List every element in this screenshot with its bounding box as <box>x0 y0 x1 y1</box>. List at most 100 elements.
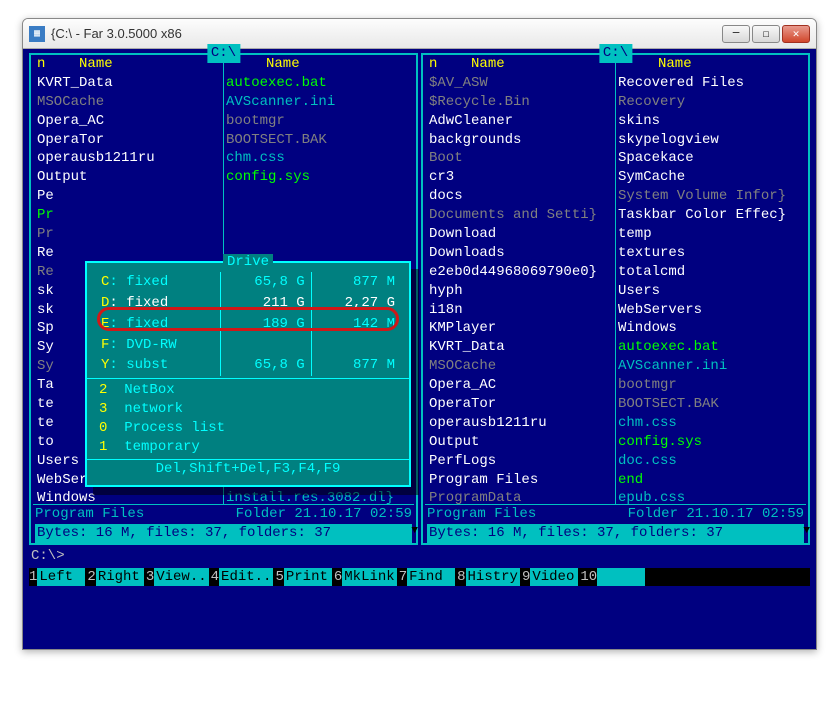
list-item[interactable]: KVRT_Data <box>37 74 221 93</box>
list-item[interactable]: AdwCleaner <box>429 112 613 131</box>
drive-row[interactable]: Y: subst65,8 G877 M <box>95 355 401 376</box>
list-item[interactable]: System Volume Infor} <box>618 187 802 206</box>
list-item[interactable]: operausb1211ru <box>37 149 221 168</box>
drive-row[interactable]: D: fixed211 G2,27 G <box>95 293 401 314</box>
list-item[interactable]: WebServers <box>618 301 802 320</box>
drive-row[interactable]: F: DVD-RW <box>95 335 401 356</box>
keybar-label[interactable]: Left <box>37 568 85 587</box>
list-item[interactable]: hyph <box>429 282 613 301</box>
list-item[interactable] <box>226 187 410 206</box>
list-item[interactable]: chm.css <box>226 149 410 168</box>
keybar: 1Left 2Right 3View..4Edit..5Print 6MkLin… <box>29 568 810 587</box>
list-item[interactable]: config.sys <box>226 168 410 187</box>
minimize-button[interactable]: ─ <box>722 25 750 43</box>
list-item[interactable]: Recovered Files <box>618 74 802 93</box>
list-item[interactable]: BOOTSECT.BAK <box>226 131 410 150</box>
right-panel[interactable]: C:\ n Name Name $AV_ASW$Recycle.BinAdwCl… <box>421 53 810 545</box>
keybar-num: 4 <box>211 568 219 587</box>
list-item[interactable]: backgrounds <box>429 131 613 150</box>
list-item[interactable] <box>226 206 410 225</box>
list-item[interactable]: e2eb0d44968069790e0} <box>429 263 613 282</box>
list-item[interactable]: Opera_AC <box>37 112 221 131</box>
keybar-label[interactable]: View.. <box>154 568 208 587</box>
list-item[interactable]: operausb1211ru <box>429 414 613 433</box>
list-item[interactable] <box>226 225 410 244</box>
close-button[interactable]: ✕ <box>782 25 810 43</box>
list-item[interactable]: KVRT_Data <box>429 338 613 357</box>
command-prompt[interactable]: C:\> <box>29 545 810 568</box>
list-item[interactable]: MSOCache <box>37 93 221 112</box>
list-item[interactable]: Boot <box>429 149 613 168</box>
list-item[interactable]: AVScanner.ini <box>618 357 802 376</box>
drive-row[interactable]: E: fixed189 G142 M <box>95 314 401 335</box>
list-item[interactable]: autoexec.bat <box>226 74 410 93</box>
list-item[interactable]: config.sys <box>618 433 802 452</box>
list-item[interactable]: KMPlayer <box>429 319 613 338</box>
list-item[interactable]: ProgramData <box>429 489 613 503</box>
list-item[interactable]: OperaTor <box>429 395 613 414</box>
list-item[interactable]: Output <box>37 168 221 187</box>
list-item[interactable]: Pr <box>37 225 221 244</box>
list-item[interactable]: Taskbar Color Effec} <box>618 206 802 225</box>
list-item[interactable]: AVScanner.ini <box>226 93 410 112</box>
list-item[interactable]: skypelogview <box>618 131 802 150</box>
list-item[interactable]: Users <box>618 282 802 301</box>
list-item[interactable]: temp <box>618 225 802 244</box>
list-item[interactable]: end <box>618 471 802 490</box>
list-item[interactable]: Spacekace <box>618 149 802 168</box>
list-item[interactable]: Windows <box>37 489 221 503</box>
list-item[interactable]: Downloads <box>429 244 613 263</box>
list-item[interactable]: Download <box>429 225 613 244</box>
list-item[interactable]: skins <box>618 112 802 131</box>
list-item[interactable]: docs <box>429 187 613 206</box>
keybar-label[interactable]: Edit.. <box>219 568 273 587</box>
list-item[interactable]: Windows <box>618 319 802 338</box>
list-item[interactable]: textures <box>618 244 802 263</box>
list-item[interactable]: epub.css <box>618 489 802 503</box>
keybar-label[interactable]: Video <box>530 568 578 587</box>
keybar-label[interactable]: Find <box>407 568 455 587</box>
list-item[interactable]: doc.css <box>618 452 802 471</box>
keybar-label[interactable]: Print <box>284 568 332 587</box>
list-item[interactable]: Pr <box>37 206 221 225</box>
drive-plugin-item[interactable]: 0 Process list <box>99 419 397 438</box>
list-item[interactable]: OperaTor <box>37 131 221 150</box>
titlebar[interactable]: {C:\ - Far 3.0.5000 x86 ─ ☐ ✕ <box>23 19 816 49</box>
application-window: {C:\ - Far 3.0.5000 x86 ─ ☐ ✕ C:\ n Name… <box>22 18 817 650</box>
keybar-label[interactable]: Histry <box>466 568 520 587</box>
list-item[interactable]: Output <box>429 433 613 452</box>
scroll-down-icon[interactable]: ▼ <box>411 524 418 539</box>
drive-plugin-item[interactable]: 3 network <box>99 400 397 419</box>
list-item[interactable]: totalcmd <box>618 263 802 282</box>
list-item[interactable]: autoexec.bat <box>618 338 802 357</box>
list-item[interactable]: Opera_AC <box>429 376 613 395</box>
right-panel-title: C:\ <box>599 44 632 63</box>
maximize-button[interactable]: ☐ <box>752 25 780 43</box>
drive-plugin-item[interactable]: 2 NetBox <box>99 381 397 400</box>
scroll-down-icon[interactable]: ▼ <box>803 524 810 539</box>
list-item[interactable]: PerfLogs <box>429 452 613 471</box>
drive-select-dialog[interactable]: Drive C: fixed65,8 G877 MD: fixed211 G2,… <box>85 261 411 487</box>
list-item[interactable]: cr3 <box>429 168 613 187</box>
right-panel-footer: Program FilesFolder 21.10.17 02:59 Bytes… <box>423 505 808 543</box>
list-item[interactable]: Recovery <box>618 93 802 112</box>
drive-row[interactable]: C: fixed65,8 G877 M <box>95 272 401 293</box>
list-item[interactable]: bootmgr <box>618 376 802 395</box>
list-item[interactable]: $Recycle.Bin <box>429 93 613 112</box>
list-item[interactable]: bootmgr <box>226 112 410 131</box>
list-item[interactable]: i18n <box>429 301 613 320</box>
list-item[interactable]: chm.css <box>618 414 802 433</box>
keybar-num: 8 <box>457 568 465 587</box>
list-item[interactable]: install.res.3082.dl} <box>226 489 410 503</box>
keybar-label[interactable]: MkLink <box>342 568 396 587</box>
list-item[interactable]: MSOCache <box>429 357 613 376</box>
list-item[interactable]: Pe <box>37 187 221 206</box>
list-item[interactable]: BOOTSECT.BAK <box>618 395 802 414</box>
list-item[interactable]: SymCache <box>618 168 802 187</box>
keybar-label[interactable] <box>597 568 645 587</box>
drive-plugin-item[interactable]: 1 temporary <box>99 438 397 457</box>
list-item[interactable]: Program Files <box>429 471 613 490</box>
list-item[interactable]: $AV_ASW <box>429 74 613 93</box>
keybar-label[interactable]: Right <box>96 568 144 587</box>
list-item[interactable]: Documents and Setti} <box>429 206 613 225</box>
